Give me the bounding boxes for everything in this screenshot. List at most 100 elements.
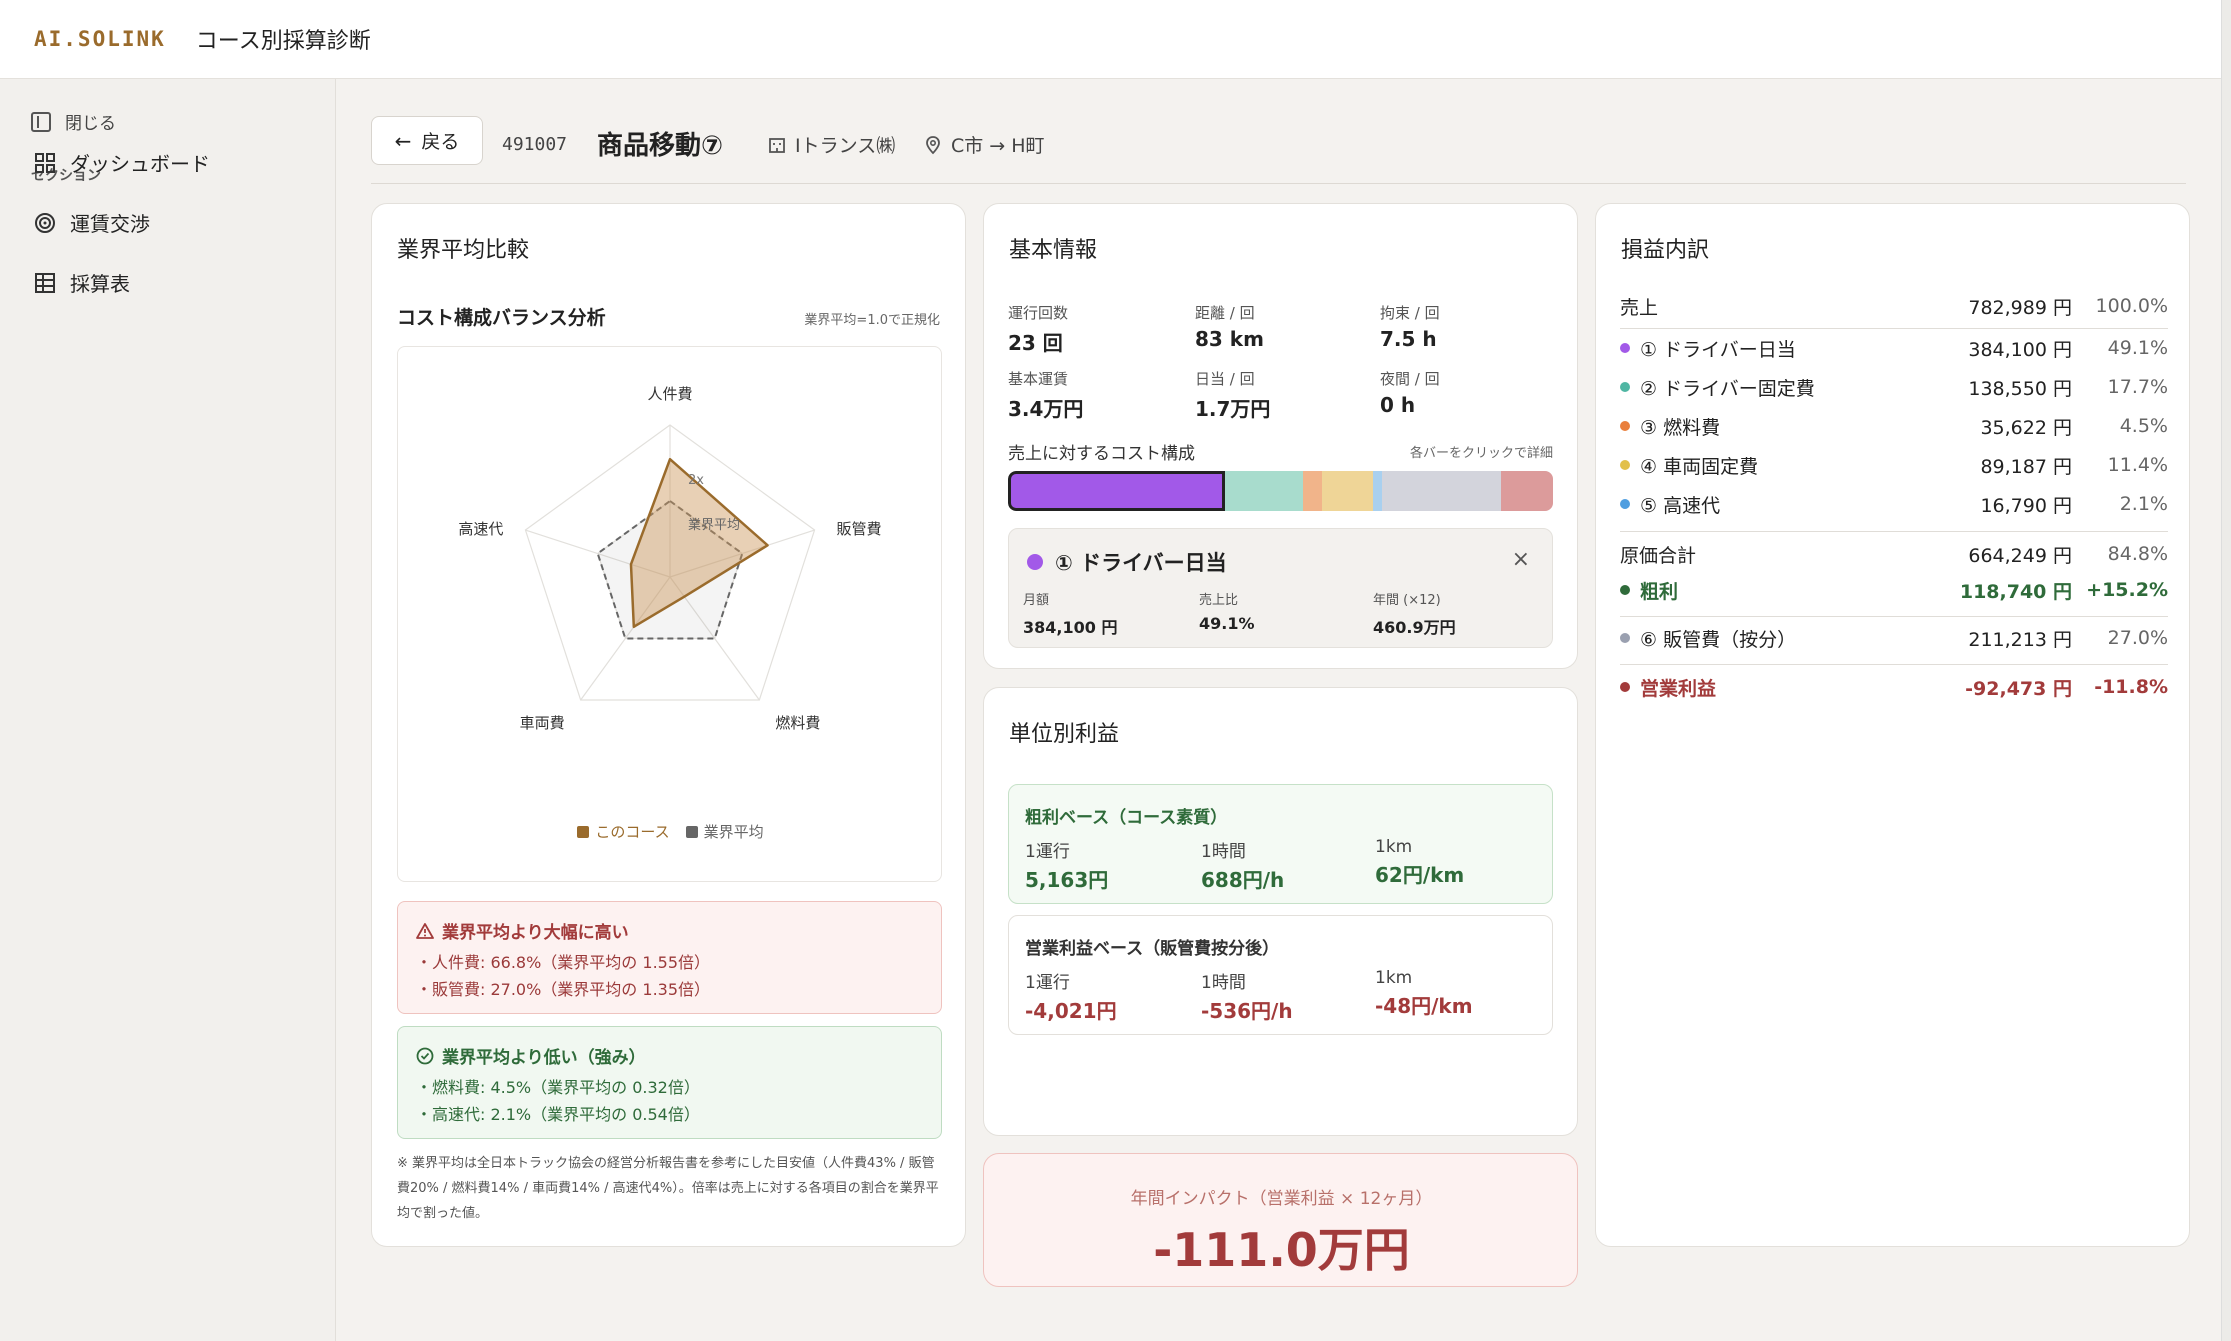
alert-title: 業界平均より低い（強み）: [416, 1043, 923, 1068]
info-label: 日当 / 回: [1195, 370, 1255, 388]
detail-value: 460.9万円: [1373, 618, 1456, 637]
pl-percent: 84.8%: [2107, 543, 2168, 565]
pl-row-vehicle-fixed[interactable]: ④ 車両固定費 89,187 円 11.4%: [1620, 448, 2168, 482]
scrollbar[interactable]: [2221, 0, 2231, 1341]
unit-label: 1km: [1375, 837, 1413, 857]
unit-value: -48円/km: [1375, 994, 1473, 1018]
operating-profit-base: 営業利益ベース（販管費按分後） 1運行 -4,021円 1時間 -536円/h …: [1008, 915, 1553, 1035]
route-place: C市 → H町: [923, 131, 1045, 158]
pl-name: ③ 燃料費: [1620, 413, 1872, 440]
legend-item-average[interactable]: 業界平均: [685, 821, 764, 842]
unit-label: 1km: [1375, 968, 1413, 988]
page-title: 商品移動⑦: [597, 131, 724, 161]
alert-title-text: 業界平均より低い（強み）: [442, 1048, 646, 1068]
detail-color-dot: [1027, 554, 1043, 570]
cost-bar-segment[interactable]: [1322, 471, 1373, 511]
cost-bar-segment[interactable]: [1008, 471, 1225, 511]
info-label: 運行回数: [1008, 304, 1069, 322]
detail-annual: 年間 (×12) 460.9万円: [1373, 589, 1456, 638]
pl-row-driver-fixed[interactable]: ② ドライバー固定費 138,550 円 17.7%: [1620, 370, 2168, 404]
app-title: コース別採算診断: [195, 29, 371, 54]
pl-name: 営業利益: [1620, 674, 1872, 701]
carrier: Iトランス㈱: [767, 131, 895, 158]
unit-per-trip: 1運行 5,163円: [1025, 837, 1108, 893]
chart-legend: このコース 業界平均: [398, 821, 943, 842]
pl-name-text: ④ 車両固定費: [1640, 455, 1759, 478]
pl-row-sales: 売上 782,989 円 100.0%: [1620, 289, 2168, 323]
cost-bar-segment[interactable]: [1381, 471, 1501, 511]
sidebar-item-dashboard[interactable]: ダッシュボード: [34, 148, 210, 177]
sidebar-close-label: 閉じる: [65, 114, 116, 134]
info-value: 3.4万円: [1008, 397, 1084, 421]
basic-info-card: 基本情報 運行回数 23 回 距離 / 回 83 km 拘束 / 回 7.5 h…: [983, 203, 1578, 669]
unit-per-km: 1km 62円/km: [1375, 837, 1464, 888]
pl-name: 粗利: [1620, 577, 1872, 604]
pl-name: ⑥ 販管費（按分）: [1620, 625, 1872, 652]
info-label: 夜間 / 回: [1380, 370, 1440, 388]
info-label: 距離 / 回: [1195, 304, 1255, 322]
route-code: 491007: [502, 134, 568, 155]
info-value: 23 回: [1008, 331, 1063, 355]
alert-title-text: 業界平均より大幅に高い: [442, 923, 629, 943]
pl-percent: 2.1%: [2119, 493, 2168, 515]
unit-label: 1時間: [1201, 973, 1246, 993]
radar-chart: 2x 業界平均 人件費販管費燃料費 車両費 高速代: [458, 385, 881, 732]
cost-bar-segment[interactable]: [1372, 471, 1382, 511]
info-night-hours: 夜間 / 回 0 h: [1380, 368, 1440, 417]
color-dot: [1620, 633, 1630, 643]
warning-icon: [416, 922, 434, 939]
color-dot: [1620, 421, 1630, 431]
unit-per-trip: 1運行 -4,021円: [1025, 968, 1117, 1024]
sidebar-item-label: 運賃交渉: [70, 212, 150, 236]
unit-per-hour: 1時間 -536円/h: [1201, 968, 1293, 1024]
alert-line: ・燃料費: 4.5%（業界平均の 0.32倍）: [416, 1078, 700, 1097]
pl-name-text: ② ドライバー固定費: [1640, 377, 1815, 400]
unit-per-km: 1km -48円/km: [1375, 968, 1473, 1019]
pl-amount: 16,790 円: [1980, 494, 2072, 517]
legend-swatch: [577, 825, 590, 838]
color-dot: [1620, 682, 1630, 692]
detail-label: 年間 (×12): [1373, 593, 1441, 608]
sidebar-item-label: ダッシュボード: [70, 152, 210, 176]
sidebar-close-button[interactable]: 閉じる: [31, 109, 116, 134]
sidebar-item-profit-table[interactable]: 採算表: [34, 268, 130, 297]
detail-title-text: ① ドライバー日当: [1055, 551, 1227, 575]
back-button[interactable]: ← 戻る: [371, 116, 483, 165]
sidebar-item-fare-negotiation[interactable]: 運賃交渉: [34, 208, 150, 237]
cost-bar-segment[interactable]: [1224, 471, 1303, 511]
grid-icon: [35, 152, 55, 173]
unit-label: 1運行: [1025, 842, 1070, 862]
footnote: ※ 業界平均は全日本トラック協会の経営分析報告書を参考にした目安値（人件費43%…: [397, 1156, 939, 1221]
detail-label: 売上比: [1199, 593, 1239, 608]
pl-percent: 17.7%: [2107, 376, 2168, 398]
close-icon[interactable]: ×: [1512, 547, 1530, 572]
radar-axis-label: 高速代: [458, 520, 503, 538]
radar-axis-label: 人件費: [647, 385, 692, 403]
alert-line: ・人件費: 66.8%（業界平均の 1.55倍）: [416, 953, 711, 972]
detail-monthly: 月額 384,100 円: [1023, 589, 1117, 638]
pl-row-sga[interactable]: ⑥ 販管費（按分） 211,213 円 27.0%: [1620, 621, 2168, 655]
target-icon: [35, 212, 55, 233]
pl-percent: 27.0%: [2107, 627, 2168, 649]
pl-percent: +15.2%: [2086, 579, 2168, 601]
brand-logo[interactable]: AI.SOLINK: [34, 27, 166, 51]
high-cost-alert: 業界平均より大幅に高い ・人件費: 66.8%（業界平均の 1.55倍） ・販管…: [397, 901, 942, 1014]
pl-row-fuel[interactable]: ③ 燃料費 35,622 円 4.5%: [1620, 409, 2168, 443]
pl-row-driver-daily[interactable]: ① ドライバー日当 384,100 円 49.1%: [1620, 331, 2168, 365]
divider: [1620, 531, 2168, 532]
alert-line: ・販管費: 27.0%（業界平均の 1.35倍）: [416, 980, 711, 999]
color-dot: [1620, 460, 1630, 470]
cost-bar-segment[interactable]: [1500, 471, 1553, 511]
pl-percent: 100.0%: [2095, 295, 2168, 317]
detail-value: 384,100 円: [1023, 618, 1118, 637]
unit-value: -536円/h: [1201, 999, 1293, 1023]
pl-row-toll[interactable]: ⑤ 高速代 16,790 円 2.1%: [1620, 487, 2168, 521]
cost-composition-title: 売上に対するコスト構成: [1008, 444, 1195, 464]
color-dot: [1620, 382, 1630, 392]
pl-amount: 138,550 円: [1968, 377, 2072, 400]
pl-name: 売上: [1620, 296, 1659, 319]
unit-per-hour: 1時間 688円/h: [1201, 837, 1284, 893]
legend-item-course[interactable]: このコース: [577, 821, 670, 842]
cost-bar-segment[interactable]: [1302, 471, 1323, 511]
sidebar: 閉じる セクション ダッシュボード 運賃交渉 採算表: [0, 79, 336, 1341]
